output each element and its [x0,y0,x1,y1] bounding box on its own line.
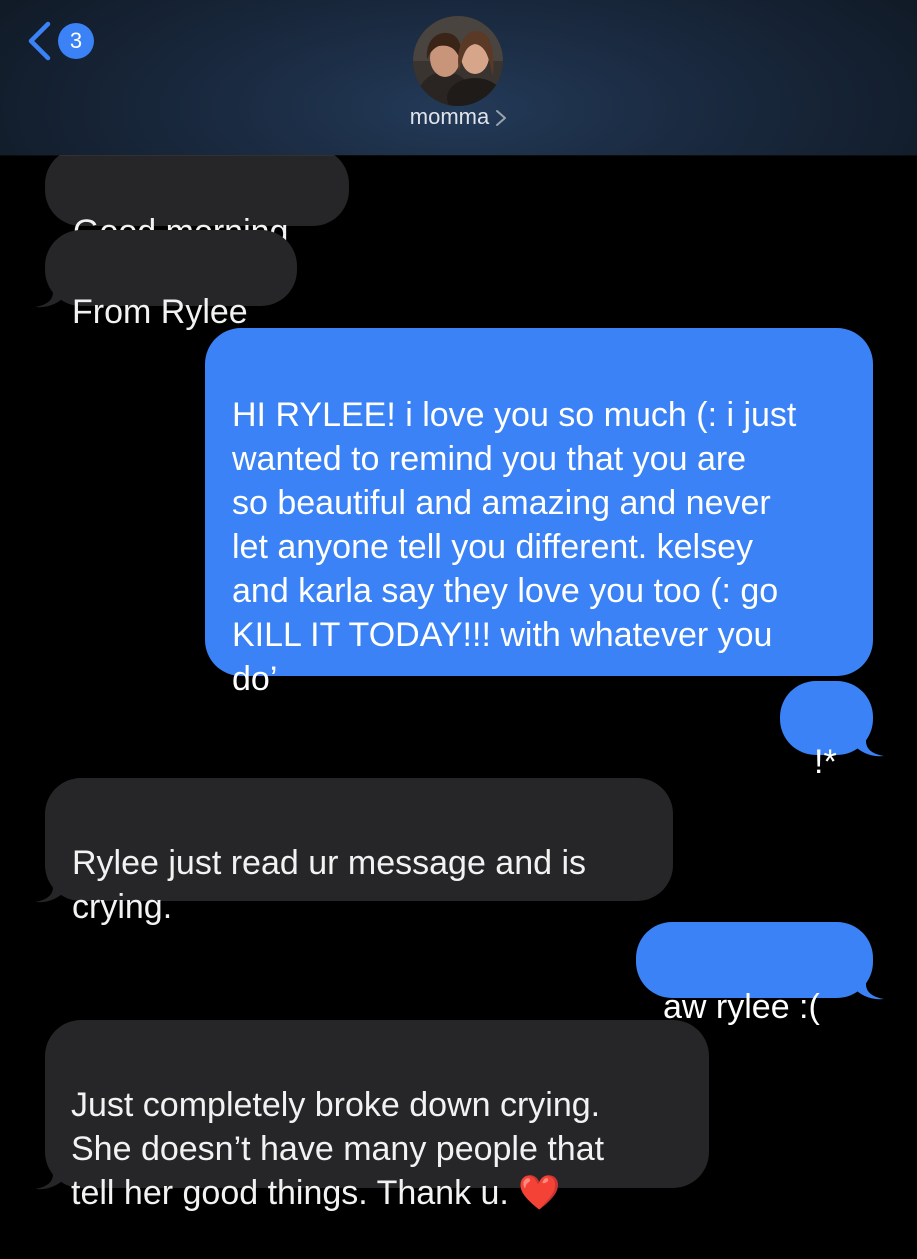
incoming-bubble-tail [35,278,63,308]
message-text: Rylee just read ur message and is crying… [72,844,587,926]
incoming-bubble-tail [35,1160,63,1190]
message-thread[interactable]: Good morning From Rylee HI RYLEE! i love… [0,0,917,1212]
incoming-message-bubble[interactable]: Just completely broke down crying. She d… [45,1020,709,1212]
outgoing-message-bubble[interactable]: aw rylee :( [636,922,873,1026]
chevron-right-icon [496,110,507,127]
outgoing-bubble-tail [856,970,884,1000]
conversation-header: 3 momma [0,0,917,155]
incoming-message-bubble[interactable]: From Rylee [45,230,297,331]
message-text: aw rylee :( [663,988,820,1026]
incoming-bubble-tail [35,873,63,903]
message-text: HI RYLEE! i love you so much (: i just w… [232,396,797,698]
back-button[interactable]: 3 [26,18,106,64]
avatar-photo [413,16,503,106]
unread-count-badge: 3 [58,23,94,59]
outgoing-bubble-tail [856,727,884,757]
red-heart-emoji: ❤️ [518,1174,561,1212]
contact-name: momma [409,104,490,129]
outgoing-message-bubble[interactable]: HI RYLEE! i love you so much (: i just w… [205,328,873,698]
contact-avatar[interactable] [413,16,503,106]
incoming-message-bubble[interactable]: Rylee just read ur message and is crying… [45,778,673,926]
chevron-left-icon [28,21,51,61]
message-text: Just completely broke down crying. She d… [71,1083,683,1215]
incoming-message-bubble[interactable]: Good morning [45,148,349,251]
contact-name-button[interactable]: momma [0,104,917,130]
